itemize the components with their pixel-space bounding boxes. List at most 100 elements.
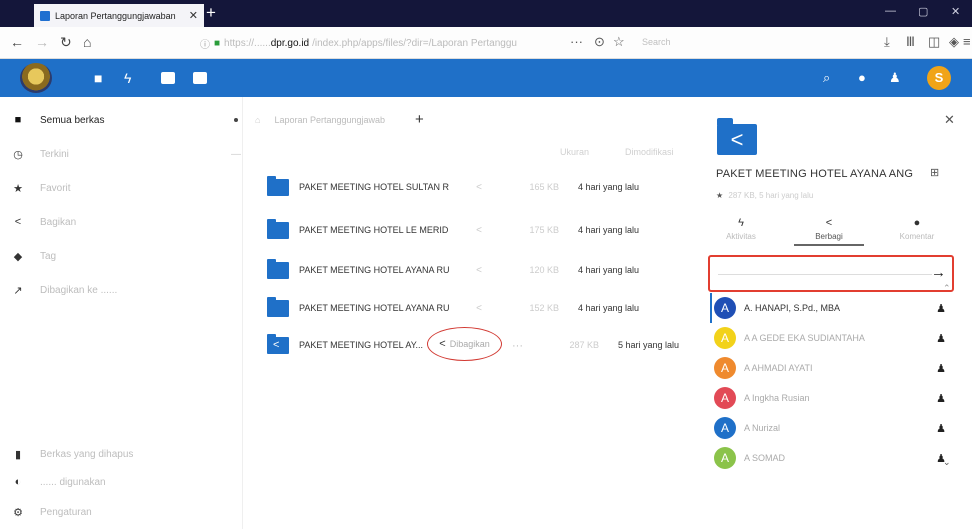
user-avatar[interactable]: S <box>927 66 951 90</box>
page-actions-icon[interactable]: ··· <box>570 34 583 49</box>
file-name[interactable]: PAKET MEETING HOTEL SULTAN RUU ... <box>299 182 449 192</box>
activity-icon: ϟ <box>738 217 744 229</box>
sidebar-item-all-files[interactable]: ■ Semua berkas <box>0 103 243 137</box>
folder-icon <box>267 258 289 279</box>
avatar: A <box>714 327 736 349</box>
share-with-input[interactable]: → <box>708 255 954 292</box>
scroll-down-icon[interactable]: ⌄ <box>943 457 951 468</box>
dpr-logo[interactable] <box>20 63 52 93</box>
user-suggestion[interactable]: A A Nurizal ♟ <box>714 413 948 443</box>
breadcrumb-current[interactable]: Laporan Pertanggungjawab <box>274 115 385 125</box>
gallery-app-icon[interactable] <box>161 72 175 84</box>
address-bar[interactable]: ⓘ ■ https://...... dpr.go.id /index.php/… <box>200 33 535 53</box>
tab-activity[interactable]: ϟ Aktivitas <box>706 217 776 241</box>
user-name: A A GEDE EKA SUDIANTAHA <box>744 333 865 343</box>
url-path: /index.php/apps/files/?dir=/Laporan Pert… <box>312 37 517 49</box>
file-actions-icon[interactable]: ··· <box>512 340 523 352</box>
share-icon[interactable]: < <box>449 182 509 193</box>
tab-close-icon[interactable]: ✕ <box>189 9 198 22</box>
user-suggestion[interactable]: A A A GEDE EKA SUDIANTAHA ♟ <box>714 323 948 353</box>
browser-tab-bar: Laporan Pertanggungjawaban ✕ + — ▢ ✕ <box>0 0 972 27</box>
downloads-icon[interactable]: ⤓ <box>884 34 890 50</box>
reload-icon[interactable]: ↻ <box>60 34 72 51</box>
share-icon[interactable]: < <box>449 265 509 276</box>
tab-sharing[interactable]: < Berbagi <box>794 217 864 246</box>
sidebar-item-tags[interactable]: ◆ Tag <box>0 239 243 273</box>
shared-status-button[interactable]: < Dibagikan <box>427 327 502 361</box>
forward-arrow-icon[interactable]: → <box>35 34 49 50</box>
home-breadcrumb-icon[interactable]: ⌂ <box>255 115 260 125</box>
share-icon[interactable]: < <box>449 303 509 314</box>
share-icon[interactable]: < <box>449 225 509 236</box>
file-name[interactable]: PAKET MEETING HOTEL AYANA RUU ... <box>299 265 449 275</box>
file-size: 287 KB <box>569 340 599 350</box>
column-size-header[interactable]: Ukuran <box>560 147 589 157</box>
shared-folder-icon: < <box>267 333 289 354</box>
user-suggestion[interactable]: A A. HANAPI, S.Pd., MBA ♟ <box>714 293 948 323</box>
tab-label: Berbagi <box>815 232 843 241</box>
user-type-icon: ♟ <box>936 362 946 375</box>
file-row[interactable]: PAKET MEETING HOTEL LE MERIDIEN ... < 17… <box>262 210 692 250</box>
shared-folder-large-icon: < <box>717 118 757 155</box>
header-search-icon[interactable]: ⌕ <box>823 70 830 86</box>
sidebar-item-favorites[interactable]: ★ Favorit <box>0 171 243 205</box>
sidebar-toggle-icon[interactable]: ◫ <box>928 34 940 50</box>
browser-nav-bar: ← → ↻ ⌂ ⓘ ■ https://...... dpr.go.id /in… <box>0 27 972 59</box>
details-sidebar: ✕ < PAKET MEETING HOTEL AYANA ANG ⊞ ★ 28… <box>706 97 972 529</box>
close-window-icon[interactable]: ✕ <box>951 5 960 18</box>
submit-arrow-icon[interactable]: → <box>931 264 946 281</box>
minimize-icon[interactable]: — <box>885 5 896 17</box>
favorite-star-icon[interactable]: ★ <box>716 191 723 200</box>
file-name[interactable]: PAKET MEETING HOTEL AYANA RUU ... <box>299 303 449 313</box>
add-new-button[interactable]: + <box>415 111 424 128</box>
sidebar-item-quota: ◐ ...... digunakan <box>0 465 243 499</box>
extension-icon[interactable]: ◈ <box>949 34 959 50</box>
column-modified-header[interactable]: Dimodifikasi <box>625 147 674 157</box>
sidebar-item-shares[interactable]: < Bagikan <box>0 205 243 239</box>
star-icon: ★ <box>13 182 23 195</box>
sidebar-item-external-shares[interactable]: ↗ Dibagikan ke ...... <box>0 273 243 307</box>
tab-favicon-icon <box>40 10 50 21</box>
pocket-icon[interactable]: ⊙ <box>594 34 605 50</box>
selection-indicator <box>710 293 712 323</box>
contacts-icon[interactable]: ♟ <box>889 70 901 86</box>
close-icon[interactable]: ✕ <box>944 112 955 128</box>
file-row[interactable]: PAKET MEETING HOTEL AYANA RUU ... < 152 … <box>262 288 692 328</box>
folder-icon: ■ <box>14 114 22 126</box>
trash-icon: ▮ <box>14 448 22 461</box>
user-suggestion[interactable]: A A SOMAD ♟ <box>714 443 948 473</box>
sidebar-item-settings[interactable]: ⚙ Pengaturan <box>0 495 243 529</box>
file-name[interactable]: PAKET MEETING HOTEL LE MERIDIEN ... <box>299 225 449 235</box>
menu-dot-icon[interactable] <box>234 118 238 122</box>
notes-app-icon[interactable] <box>193 72 207 84</box>
back-arrow-icon[interactable]: ← <box>10 34 24 50</box>
bookmark-star-icon[interactable]: ☆ <box>613 34 625 50</box>
tab-comments[interactable]: ● Komentar <box>882 217 952 241</box>
file-modified: 4 hari yang lalu <box>577 225 639 235</box>
collapse-icon[interactable]: — <box>231 149 241 160</box>
library-icon[interactable]: Ⅲ <box>906 34 915 50</box>
sidebar-item-label: Dibagikan ke ...... <box>40 284 118 296</box>
file-row[interactable]: PAKET MEETING HOTEL AYANA RUU ... < 120 … <box>262 250 692 290</box>
new-tab-button[interactable]: + <box>206 3 216 23</box>
user-suggestion[interactable]: A A Ingkha Rusian ♟ <box>714 383 948 413</box>
share-icon: < <box>825 217 833 229</box>
file-row[interactable]: PAKET MEETING HOTEL SULTAN RUU ... < 165… <box>262 167 692 207</box>
activity-app-icon[interactable]: ϟ <box>124 70 131 86</box>
clock-icon: ◷ <box>13 148 23 161</box>
maximize-icon[interactable]: ▢ <box>918 5 928 18</box>
left-sidebar: ■ Semua berkas ◷ Terkini — ★ Favorit < B… <box>0 97 243 529</box>
sidebar-item-recent[interactable]: ◷ Terkini — <box>0 137 243 171</box>
files-app-icon[interactable]: ■ <box>94 70 102 86</box>
home-icon[interactable]: ⌂ <box>83 34 91 50</box>
browser-search-input[interactable]: Search <box>642 37 671 47</box>
notifications-icon[interactable]: ● <box>858 70 866 85</box>
url-prefix: https://...... <box>224 37 271 49</box>
folder-icon <box>267 175 289 196</box>
file-modified: 4 hari yang lalu <box>577 265 639 275</box>
copy-link-icon[interactable]: ⊞ <box>930 166 939 179</box>
user-suggestion[interactable]: A A AHMADI AYATI ♟ <box>714 353 948 383</box>
browser-tab[interactable]: Laporan Pertanggungjawaban ✕ <box>34 4 204 27</box>
hamburger-menu-icon[interactable]: ≡ <box>963 34 971 49</box>
sidebar-item-label: Semua berkas <box>40 114 105 126</box>
